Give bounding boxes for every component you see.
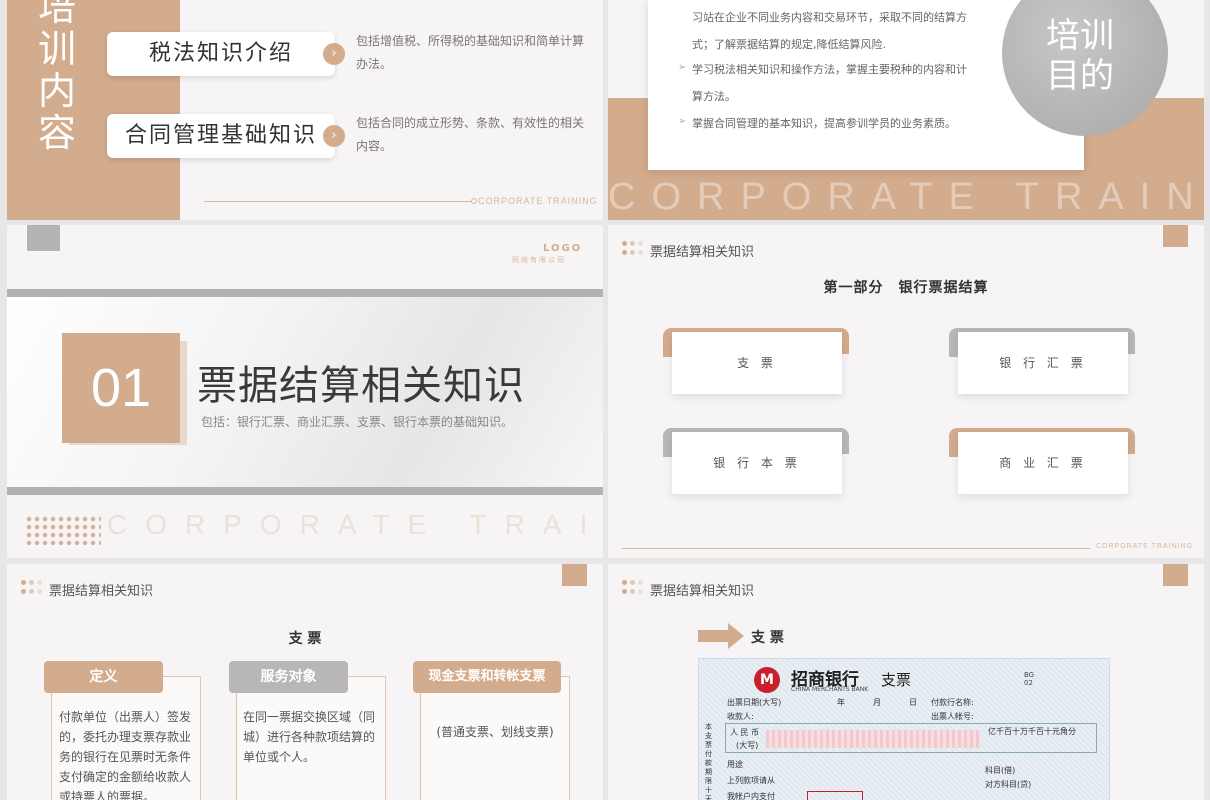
vertical-title-char: 训 [37, 27, 76, 71]
bank-logo-icon: M [754, 667, 780, 693]
circle-title: 培训 目的 [1046, 16, 1114, 96]
slide-section-01[interactable]: LOGO 网络有限公司 01 票据结算相关知识 包括：银行汇票、商业汇票、支票、… [7, 225, 603, 558]
watermark-text: CORPORATE TRAINING [107, 509, 603, 540]
amount-field [766, 730, 980, 748]
section-label: 票据结算相关知识 [650, 584, 755, 599]
account-label: 出票人帐号: [931, 712, 974, 721]
chevron-right-icon[interactable]: › [323, 43, 345, 65]
credit-subject-label: 对方科目(贷) [985, 780, 1032, 789]
logo-subtext: 网络有限公司 [512, 256, 566, 264]
cheque-type: 支票 [881, 671, 912, 689]
corner-square [1163, 564, 1188, 586]
item-tax-pill[interactable]: 税法知识介绍 [107, 32, 335, 76]
circle-title-line: 目的 [1046, 56, 1114, 96]
period-label: 本支票付款期限十天 [705, 723, 712, 800]
triangle-bullet-icon: ➢ [678, 62, 687, 73]
instruction-line-1: 上列款项请从 [727, 776, 775, 785]
debit-subject-label: 科目(借) [985, 766, 1016, 775]
vertical-title-char: 培 [37, 0, 76, 29]
column-head-service[interactable]: 服务对象 [229, 661, 348, 693]
slide-heading: 支 票 [751, 630, 784, 646]
gray-corner-block [27, 225, 60, 251]
watermark-text: CORPORATE TRAINING [608, 176, 1204, 218]
section-title: 票据结算相关知识 [197, 363, 525, 409]
amount-box: 人 民 币 (大写) 亿千百十万千百十元角分 [725, 723, 1097, 753]
section-subtitle: 包括：银行汇票、商业汇票、支票、银行本票的基础知识。 [201, 415, 514, 429]
year-label: 年 [837, 698, 845, 707]
issue-date-label: 出票日期(大写) [727, 698, 782, 707]
cheque-code: BG 02 [1024, 671, 1035, 687]
bullet-3: 掌握合同管理的基本知识，提高参训学员的业务素质。 [692, 117, 956, 130]
day-label: 日 [909, 698, 917, 707]
item-contract-desc: 包括合同的成立形势、条款、有效性的相关内容。 [356, 116, 585, 153]
item-tax-desc: 包括增值税、所得税的基础知识和简单计算办法。 [356, 34, 585, 71]
slide-bank-notes[interactable]: 票据结算相关知识 第一部分 银行票据结算 支 票 银 行 汇 票 银 行 本 票… [608, 225, 1204, 558]
card-commercial-draft[interactable]: 商 业 汇 票 [958, 432, 1128, 494]
card-cashier-check[interactable]: 银 行 本 票 [672, 432, 842, 494]
instruction-line-2: 我帐户内支付 [727, 792, 775, 800]
payee-label: 收款人: [727, 712, 754, 721]
slide-cheque-sample[interactable]: 票据结算相关知识 支 票 M 招商银行 CHINA MERCHANTS BANK… [608, 564, 1204, 800]
item-contract-pill[interactable]: 合同管理基础知识 [107, 114, 335, 158]
line-end-dot [471, 198, 477, 204]
red-stamp-box [807, 791, 863, 800]
rmb-label: 人 民 币 [730, 728, 760, 737]
section-label: 票据结算相关知识 [650, 245, 755, 260]
slide-cheque-intro[interactable]: 票据结算相关知识 支 票 定义 付款单位（出票人）签发的，委托办理支票存款业务的… [7, 564, 603, 800]
dots-icon [622, 239, 646, 259]
column-text-service: 在同一票据交换区域（同城）进行各种款项结算的单位或个人。 [243, 710, 376, 764]
purpose-label: 用途 [727, 760, 743, 769]
logo-text: LOGO [543, 243, 583, 254]
dots-icon [21, 578, 45, 598]
corner-square [1163, 225, 1188, 247]
chevron-right-icon[interactable]: › [323, 125, 345, 147]
top-gray-bar [7, 289, 603, 297]
divider-line [204, 201, 472, 202]
column-text-cash-transfer: (普通支票、划线支票) [436, 725, 554, 739]
bank-name-en: CHINA MERCHANTS BANK [791, 686, 869, 693]
section-number: 01 [62, 333, 180, 443]
slide-training-content[interactable]: 培 训 内 容 税法知识介绍 › 包括增值税、所得税的基础知识和简单计算办法。 … [7, 0, 603, 220]
footer-text: CORPORATE TRAINING [478, 196, 598, 206]
rmb-daxie-label: (大写) [736, 741, 759, 750]
bottom-gray-bar [7, 487, 603, 495]
payer-bank-label: 付款行名称: [931, 698, 974, 707]
corner-square [562, 564, 587, 586]
slide-heading: 第一部分 银行票据结算 [823, 280, 989, 296]
vertical-title-char: 内 [37, 69, 76, 113]
month-label: 月 [873, 698, 881, 707]
bullet-2: 学习税法相关知识和操作方法，掌握主要税种的内容和计算方法。 [692, 63, 967, 103]
triangle-bullet-icon: ➢ [678, 116, 687, 127]
circle-title-line: 培训 [1046, 16, 1114, 56]
cheque-image: M 招商银行 CHINA MERCHANTS BANK 支票 BG 02 出票日… [698, 658, 1110, 800]
dots-icon [622, 578, 646, 598]
slide-heading: 支 票 [288, 631, 322, 647]
bullet-1: 习站在企业不同业务内容和交易环节，采取不同的结算方式；了解票据结算的规定,降低结… [692, 11, 967, 51]
units-row: 亿千百十万千百十元角分 [988, 727, 1076, 736]
card-cheque[interactable]: 支 票 [672, 332, 842, 394]
column-head-definition[interactable]: 定义 [44, 661, 163, 693]
divider-line [622, 548, 1090, 549]
vertical-title: 培 训 内 容 [35, 0, 79, 154]
vertical-title-char: 容 [37, 111, 76, 155]
arrow-right-icon [698, 623, 744, 649]
column-head-cash-transfer[interactable]: 现金支票和转帐支票 [413, 661, 561, 693]
column-text-definition: 付款单位（出票人）签发的，委托办理支票存款业务的银行在见票时无条件支付确定的金额… [59, 710, 192, 800]
section-label: 票据结算相关知识 [49, 584, 154, 599]
dot-grid-icon [25, 515, 101, 545]
slide-training-purpose[interactable]: CORPORATE TRAINING 习站在企业不同业务内容和交易环节，采取不同… [608, 0, 1204, 220]
card-bank-draft[interactable]: 银 行 汇 票 [958, 332, 1128, 394]
footer-text: CORPORATE TRAINING [1096, 543, 1194, 550]
